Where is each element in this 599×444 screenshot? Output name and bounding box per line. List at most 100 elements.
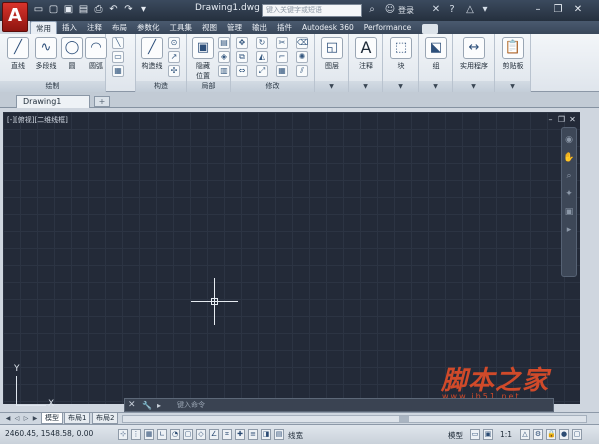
fillet-icon[interactable]: ⌐ — [276, 51, 288, 63]
unhide-icon[interactable]: ◈ — [218, 51, 230, 63]
layout-tab-1[interactable]: 布局1 — [64, 413, 91, 424]
tab-parametric[interactable]: 参数化 — [132, 21, 165, 34]
dyn-icon[interactable]: ✚ — [235, 429, 245, 440]
tab-annotate[interactable]: 注释 — [82, 21, 107, 34]
print-icon[interactable]: ⎙ — [92, 3, 105, 17]
application-menu-button[interactable]: A — [2, 2, 28, 32]
undo-icon[interactable]: ↶ — [107, 3, 120, 17]
chevron-down-icon[interactable]: ▾ — [479, 4, 491, 16]
steering-wheel-icon[interactable]: ◉ — [563, 134, 575, 146]
annotation-scale[interactable]: 1:1 — [500, 430, 512, 439]
quick-view-layouts-icon[interactable]: ▭ — [470, 429, 480, 440]
quick-properties-icon[interactable]: ▤ — [274, 429, 284, 440]
first-layout-icon[interactable]: ◀ — [4, 414, 12, 423]
block-dropdown[interactable]: ▼ — [383, 81, 418, 92]
move-icon[interactable]: ✥ — [236, 37, 248, 49]
draw-panel-title[interactable]: 绘制 — [0, 81, 105, 92]
tab-layout[interactable]: 布局 — [107, 21, 132, 34]
command-input[interactable]: 键入命令 — [177, 399, 205, 412]
mirror-icon[interactable]: ◭ — [256, 51, 268, 63]
workspace-icon[interactable]: ⚙ — [533, 429, 543, 440]
scrollbar-thumb[interactable] — [399, 416, 409, 422]
prev-layout-icon[interactable]: ◁ — [13, 414, 21, 423]
horizontal-scrollbar[interactable] — [122, 415, 587, 423]
last-layout-icon[interactable]: ▶ — [31, 414, 39, 423]
viewport-restore-icon[interactable]: ❐ — [557, 115, 566, 124]
tab-home[interactable]: 常用 — [30, 21, 57, 34]
line-tool[interactable]: ╱ 直线 — [4, 37, 32, 71]
annotation-visibility-icon[interactable]: △ — [520, 429, 530, 440]
trim-icon[interactable]: ✂ — [276, 37, 288, 49]
gradient-icon[interactable]: ▦ — [112, 65, 124, 77]
tab-plugins[interactable]: 插件 — [272, 21, 297, 34]
rotate-icon[interactable]: ↻ — [256, 37, 268, 49]
search-input[interactable]: 键入关键字或短语 — [262, 4, 362, 17]
explode-icon[interactable]: ✺ — [296, 51, 308, 63]
layers-tool[interactable]: ◱ 图层 — [318, 37, 346, 71]
zoom-icon[interactable]: ⌕ — [563, 170, 575, 182]
new-tab-button[interactable]: + — [94, 96, 110, 107]
annotation-panel[interactable]: A 注释 ▼ — [349, 34, 383, 92]
save-icon[interactable]: ▣ — [62, 3, 75, 17]
layers-panel[interactable]: ◱ 图层 ▼ — [315, 34, 349, 92]
restore-button[interactable]: ❐ — [550, 2, 566, 17]
block-tool[interactable]: ⬚ 块 — [387, 37, 415, 71]
save-as-icon[interactable]: ▤ — [77, 3, 90, 17]
scale-icon[interactable]: ⤢ — [256, 65, 268, 77]
copy-icon[interactable]: ⧉ — [236, 51, 248, 63]
ray-icon[interactable]: ↗ — [168, 51, 180, 63]
orbit-icon[interactable]: ✦ — [563, 188, 575, 200]
clean-screen-icon[interactable]: ▢ — [572, 429, 582, 440]
coordinate-readout[interactable]: 2460.45, 1548.58, 0.00 — [5, 429, 93, 438]
file-tab-drawing1[interactable]: Drawing1 — [16, 95, 90, 108]
groups-panel[interactable]: ⬕ 组 ▼ — [419, 34, 453, 92]
pan-icon[interactable]: ✋ — [563, 152, 575, 164]
show-icon[interactable]: ▥ — [218, 65, 230, 77]
viewport-close-icon[interactable]: ✕ — [568, 115, 577, 124]
transparency-icon[interactable]: ◨ — [261, 429, 271, 440]
viewport-minimize-icon[interactable]: – — [546, 115, 555, 124]
triangle-icon[interactable]: △ — [464, 4, 476, 16]
clipboard-panel[interactable]: 📋 剪贴板 ▼ — [495, 34, 531, 92]
erase-icon[interactable]: ⌫ — [296, 37, 308, 49]
divide-icon[interactable]: ✣ — [168, 65, 180, 77]
layers-dropdown[interactable]: ▼ — [315, 81, 348, 92]
construction-line-tool[interactable]: ╱ 构造线 — [138, 37, 166, 71]
close-icon[interactable]: ✕ — [128, 399, 136, 412]
plot-icon[interactable]: ▾ — [137, 3, 150, 17]
navbar-menu-icon[interactable]: ▸ — [563, 224, 575, 236]
annotation-dropdown[interactable]: ▼ — [349, 81, 382, 92]
tab-toolsets[interactable]: 工具集 — [165, 21, 198, 34]
viewport-controls[interactable]: [-][俯视][二维线框] — [7, 115, 68, 125]
hatch-icon[interactable]: ╲ — [112, 37, 124, 49]
lock-icon[interactable]: 🔒 — [546, 429, 556, 440]
tab-output[interactable]: 输出 — [247, 21, 272, 34]
hide-position-tool[interactable]: ▣ 隐藏 位置 — [189, 37, 217, 81]
tab-insert[interactable]: 插入 — [57, 21, 82, 34]
isolate-icon[interactable]: ▤ — [218, 37, 230, 49]
3d-osnap-icon[interactable]: ◇ — [196, 429, 206, 440]
otrack-icon[interactable]: ∠ — [209, 429, 219, 440]
snap-icon[interactable]: ⋮ — [131, 429, 141, 440]
osnap-icon[interactable]: ▢ — [183, 429, 193, 440]
clipboard-dropdown[interactable]: ▼ — [495, 81, 530, 92]
layout-tab-model[interactable]: 模型 — [41, 413, 63, 424]
tab-autodesk-360[interactable]: Autodesk 360 — [297, 21, 359, 34]
utilities-tool[interactable]: ↔ 实用程序 — [460, 37, 488, 71]
next-layout-icon[interactable]: ▷ — [22, 414, 30, 423]
grid-icon[interactable]: ▦ — [144, 429, 154, 440]
construct-panel-title[interactable]: 构造 — [136, 81, 186, 92]
close-button[interactable]: ✕ — [570, 2, 586, 17]
exchange-icon[interactable]: ✕ — [430, 4, 442, 16]
groups-dropdown[interactable]: ▼ — [419, 81, 452, 92]
layout-tab-2[interactable]: 布局2 — [92, 413, 119, 424]
annotation-tool[interactable]: A 注释 — [352, 37, 380, 71]
point-icon[interactable]: ⊙ — [168, 37, 180, 49]
login-link[interactable]: 登录 — [398, 5, 414, 16]
command-line[interactable]: ✕ 🔧 ▸ 键入命令 — [124, 398, 554, 412]
block-panel[interactable]: ⬚ 块 ▼ — [383, 34, 419, 92]
ribbon-toggle-button[interactable] — [422, 24, 439, 34]
stretch-icon[interactable]: ⇔ — [236, 65, 248, 77]
modify-panel-title[interactable]: 修改 — [231, 81, 314, 92]
rectangle-icon[interactable]: ▭ — [112, 51, 124, 63]
